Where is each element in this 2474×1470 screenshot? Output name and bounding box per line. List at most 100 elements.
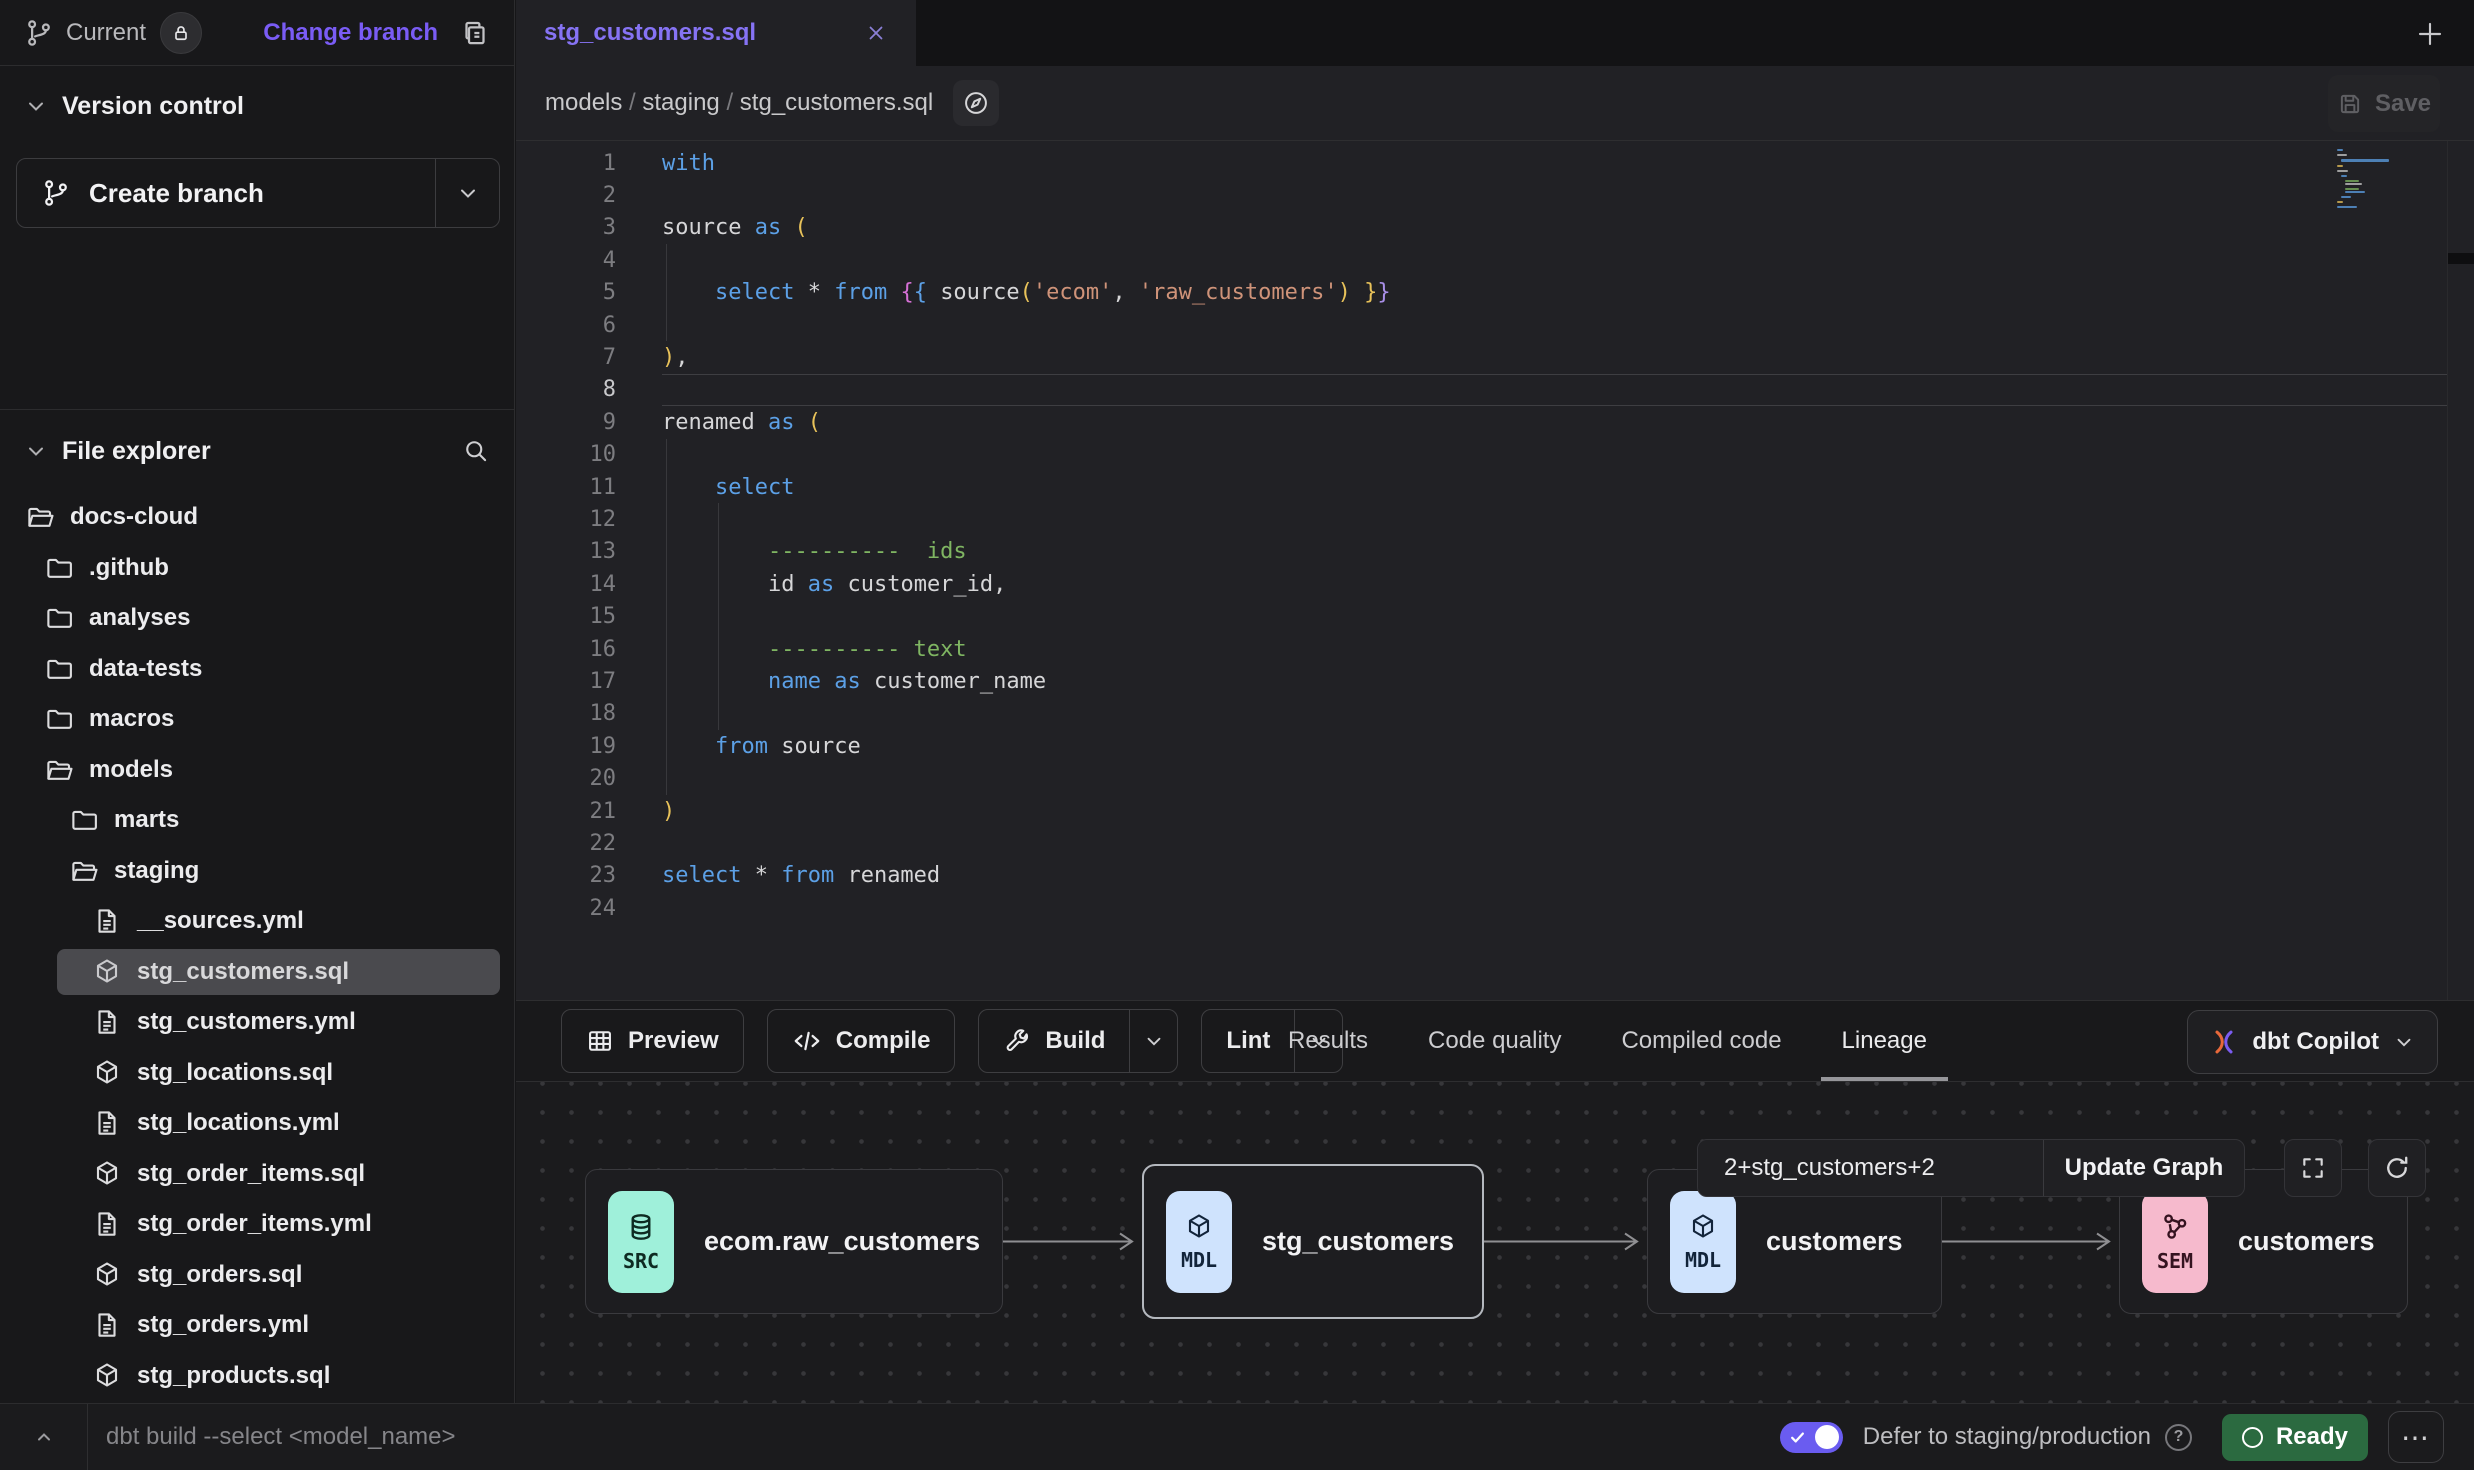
file-tree-item[interactable]: stg_customers.yml <box>0 997 514 1048</box>
build-dropdown[interactable] <box>1129 1010 1177 1072</box>
create-branch-dropdown[interactable] <box>435 159 499 227</box>
breadcrumb-segment[interactable]: stg_customers.sql <box>740 89 933 116</box>
code-line[interactable]: 4 <box>516 244 2474 276</box>
save-button[interactable]: Save <box>2328 75 2440 132</box>
table-icon <box>586 1027 614 1055</box>
code-line[interactable]: 14 id as customer_id, <box>516 568 2474 600</box>
panel-tab-code-quality[interactable]: Code quality <box>1401 1001 1588 1081</box>
file-tree-item[interactable]: stg_order_items.yml <box>0 1199 514 1250</box>
collapse-command-bar[interactable] <box>0 1404 88 1470</box>
lineage-selector-input[interactable]: 2+stg_customers+2 <box>1698 1140 2043 1196</box>
lineage-node-ecom-raw_customers[interactable]: SRCecom.raw_customers <box>585 1169 1003 1314</box>
button-label: Build <box>1045 1027 1105 1055</box>
code-editor[interactable]: 1with23source as (45 select * from {{ so… <box>516 141 2474 1000</box>
file-tree-item[interactable]: stg_order_items.sql <box>0 1149 514 1200</box>
preview-button[interactable]: Preview <box>561 1009 744 1073</box>
compass-icon[interactable] <box>953 80 999 126</box>
file-tree-item[interactable]: models <box>0 745 514 796</box>
code-line[interactable]: 9renamed as ( <box>516 406 2474 438</box>
code-line[interactable]: 24 <box>516 892 2474 924</box>
code-line[interactable]: 7), <box>516 341 2474 373</box>
file-tree-item[interactable]: docs-cloud <box>0 492 514 543</box>
code-line[interactable]: 13 ---------- ids <box>516 536 2474 568</box>
breadcrumb-segment[interactable]: staging <box>642 89 719 116</box>
file-tree-item[interactable]: .github <box>0 543 514 594</box>
file-name: stg_products.sql <box>137 1362 330 1390</box>
version-control-header[interactable]: Version control <box>0 70 514 142</box>
code-line[interactable]: 8 <box>516 374 2474 406</box>
code-line[interactable]: 19 from source <box>516 730 2474 762</box>
help-icon[interactable]: ? <box>2165 1424 2192 1451</box>
cube-icon <box>1688 1212 1718 1242</box>
file-tree-item[interactable]: marts <box>0 795 514 846</box>
file-tree-item[interactable]: data-tests <box>0 644 514 695</box>
code-line[interactable]: 16 ---------- text <box>516 633 2474 665</box>
dbt-copilot-button[interactable]: dbt Copilot <box>2187 1010 2438 1074</box>
file-tree-item[interactable]: stg_locations.yml <box>0 1098 514 1149</box>
code-line[interactable]: 20 <box>516 762 2474 794</box>
ready-status-button[interactable]: Ready <box>2222 1414 2368 1461</box>
file-tree-item[interactable]: staging <box>0 846 514 897</box>
minimap-line <box>2337 165 2343 167</box>
file-tree-item[interactable]: analyses <box>0 593 514 644</box>
file-explorer-header[interactable]: File explorer <box>0 415 514 487</box>
code-line[interactable]: 1with <box>516 147 2474 179</box>
compile-button[interactable]: Compile <box>767 1009 956 1073</box>
file-explorer-title: File explorer <box>62 437 211 466</box>
code-line[interactable]: 17 name as customer_name <box>516 665 2474 697</box>
chevron-down-icon <box>24 94 48 118</box>
update-graph-button[interactable]: Update Graph <box>2043 1140 2244 1196</box>
code-line[interactable]: 10 <box>516 439 2474 471</box>
new-tab-button[interactable] <box>2408 12 2452 56</box>
refresh-icon <box>2383 1154 2411 1182</box>
breadcrumb-segment[interactable]: models <box>545 89 622 116</box>
code-line[interactable]: 18 <box>516 698 2474 730</box>
check-icon <box>1789 1429 1806 1446</box>
code-line[interactable]: 22 <box>516 827 2474 859</box>
file-icon <box>92 1007 122 1037</box>
tab-stg-customers[interactable]: stg_customers.sql <box>516 0 916 66</box>
refresh-button[interactable] <box>2368 1139 2426 1197</box>
code-line[interactable]: 6 <box>516 309 2474 341</box>
scrollbar-track[interactable] <box>2447 141 2448 1000</box>
lineage-graph[interactable]: SRCecom.raw_customersMDLstg_customersMDL… <box>516 1082 2474 1403</box>
file-tree-item[interactable]: stg_orders.sql <box>0 1250 514 1301</box>
build-button[interactable]: Build <box>978 1009 1178 1073</box>
line-content <box>662 827 2474 859</box>
copy-icon[interactable] <box>460 18 490 48</box>
file-tree-item[interactable]: stg_customers.sql <box>0 947 514 998</box>
panel-tab-lineage[interactable]: Lineage <box>1815 1001 1954 1081</box>
command-input[interactable]: dbt build --select <model_name> <box>106 1423 456 1451</box>
line-number: 1 <box>516 151 616 176</box>
code-line[interactable]: 11 select <box>516 471 2474 503</box>
editor-column: stg_customers.sql models / staging / stg… <box>516 0 2474 1403</box>
code-line[interactable]: 3source as ( <box>516 212 2474 244</box>
code-line[interactable]: 2 <box>516 179 2474 211</box>
code-line[interactable]: 15 <box>516 600 2474 632</box>
file-tree-item[interactable]: stg_locations.sql <box>0 1048 514 1099</box>
file-tree-item[interactable]: macros <box>0 694 514 745</box>
code-line[interactable]: 21) <box>516 795 2474 827</box>
code-line[interactable]: 5 select * from {{ source('ecom', 'raw_c… <box>516 277 2474 309</box>
file-tree-item[interactable]: stg_orders.yml <box>0 1300 514 1351</box>
fullscreen-button[interactable] <box>2284 1139 2342 1197</box>
breadcrumb: models / staging / stg_customers.sql <box>545 89 933 117</box>
close-icon[interactable] <box>864 21 888 45</box>
panel-tab-compiled-code[interactable]: Compiled code <box>1594 1001 1808 1081</box>
change-branch-link[interactable]: Change branch <box>263 19 438 47</box>
panel-tab-results[interactable]: Results <box>1261 1001 1395 1081</box>
dbt-ide-app: Current Change branch Version control Cr… <box>0 0 2474 1470</box>
defer-toggle[interactable] <box>1780 1422 1843 1453</box>
code-line[interactable]: 23select * from renamed <box>516 860 2474 892</box>
create-branch-main[interactable]: Create branch <box>17 159 435 227</box>
lock-icon <box>171 23 191 43</box>
create-branch-button[interactable]: Create branch <box>16 158 500 228</box>
search-icon[interactable] <box>462 437 490 465</box>
file-tree-item[interactable]: __sources.yml <box>0 896 514 947</box>
file-name: stg_orders.yml <box>137 1311 309 1339</box>
lineage-node-stg_customers[interactable]: MDLstg_customers <box>1142 1164 1484 1319</box>
minimap-line <box>2337 201 2343 203</box>
more-options-button[interactable]: ⋯ <box>2388 1411 2444 1463</box>
code-line[interactable]: 12 <box>516 503 2474 535</box>
file-tree-item[interactable]: stg_products.sql <box>0 1351 514 1402</box>
